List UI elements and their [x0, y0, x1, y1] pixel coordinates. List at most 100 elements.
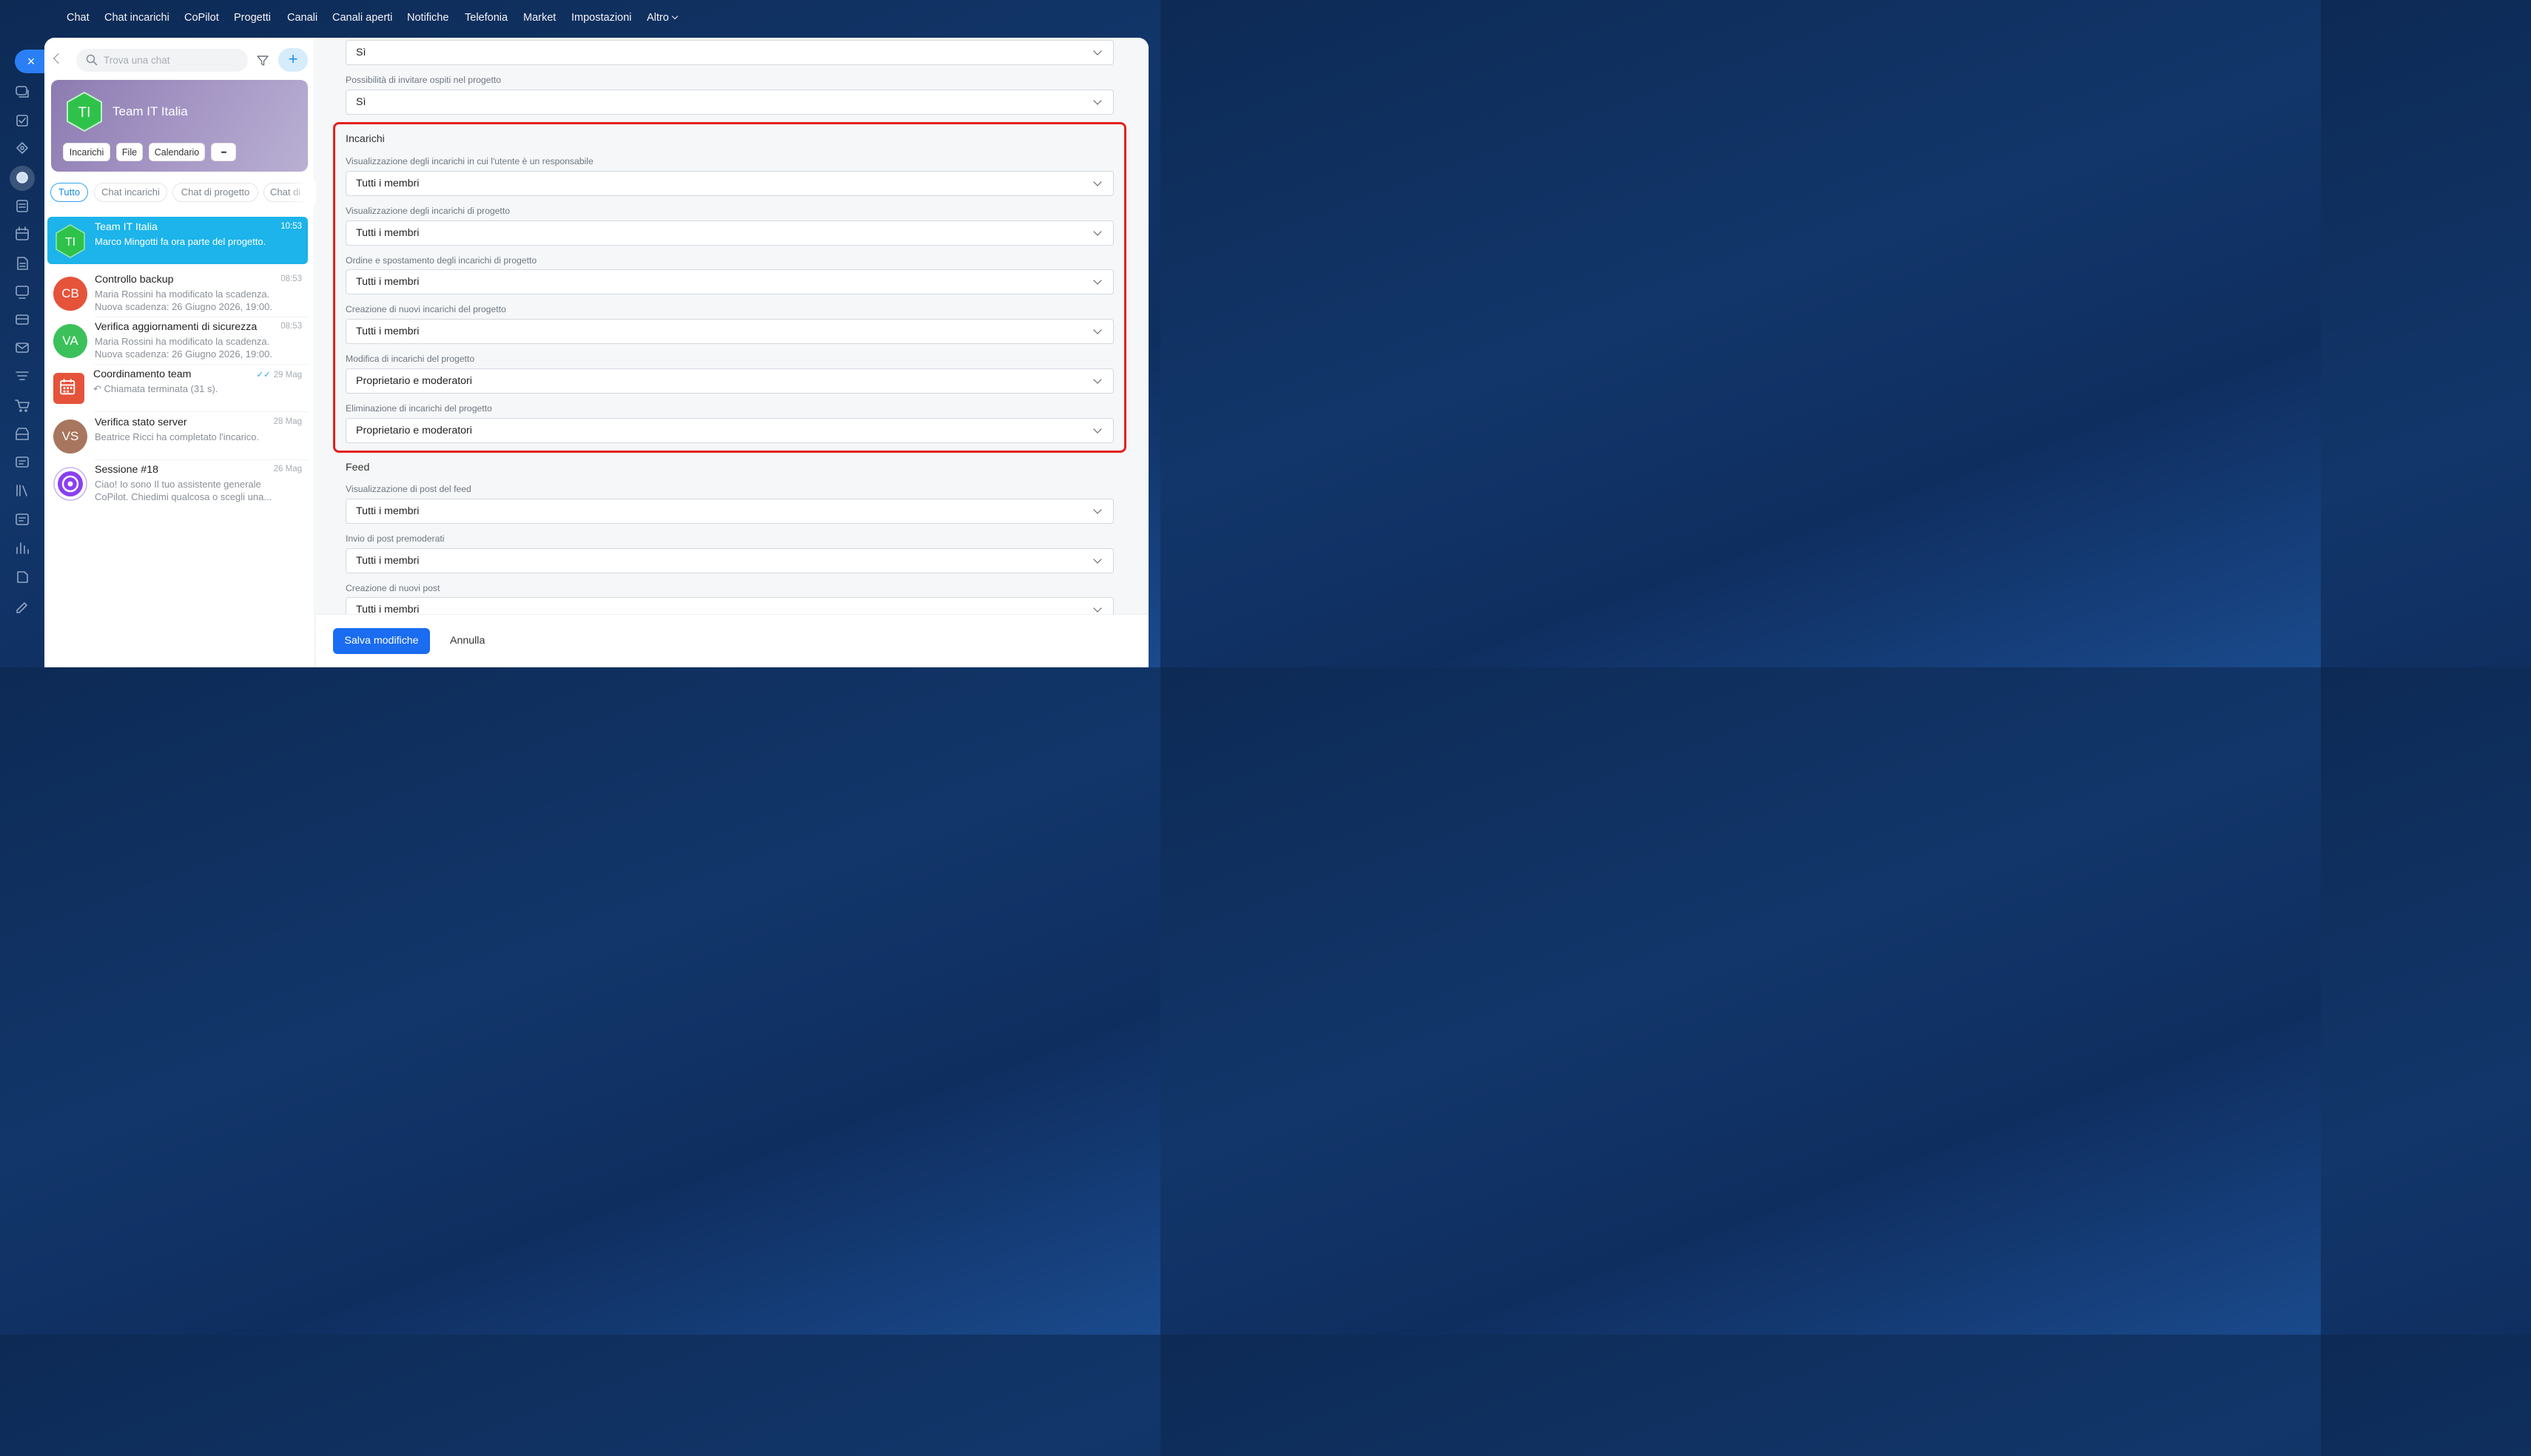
- svg-text:TI: TI: [65, 236, 75, 249]
- nav-more[interactable]: Altro: [647, 12, 679, 24]
- tasks-delete-select[interactable]: Proprietario e moderatori: [346, 418, 1114, 443]
- filter-icon[interactable]: [16, 371, 29, 380]
- chevron-down-icon: [671, 13, 679, 20]
- chat-item-coordinamento-team[interactable]: Coordinamento team ✓✓ 29 Mag ↶ Chiamata t…: [47, 364, 308, 411]
- form-icon[interactable]: [17, 571, 28, 583]
- chat-time: ✓✓ 29 Mag: [256, 371, 302, 380]
- chat-preview: Marco Mingotti fa ora parte del progetto…: [95, 236, 266, 247]
- select-value: Tutti i membri: [356, 555, 420, 567]
- team-more-button[interactable]: •••: [211, 143, 236, 161]
- chat-item-verifica-aggiornamenti[interactable]: VA Verifica aggiornamenti di sicurezza 0…: [47, 317, 308, 364]
- filter-task-chats[interactable]: Chat incarichi: [94, 183, 167, 202]
- chat-time: 10:53: [280, 222, 302, 231]
- chat-item-sessione-18[interactable]: Sessione #18 26 Mag Ciao! Io sono Il tuo…: [47, 459, 308, 507]
- projects-icon[interactable]: [16, 172, 28, 183]
- team-tasks-button[interactable]: Incarichi: [63, 143, 110, 161]
- nav-task-chats[interactable]: Chat incarichi: [104, 12, 169, 24]
- chat-title: Verifica aggiornamenti di sicurezza: [95, 321, 258, 333]
- tasks-edit-select[interactable]: Proprietario e moderatori: [346, 368, 1114, 394]
- analytics-icon[interactable]: [16, 542, 29, 554]
- team-avatar-initials: TI: [78, 105, 91, 121]
- tasks-view-responsible-select[interactable]: Tutti i membri: [346, 171, 1114, 196]
- team-calendar-button[interactable]: Calendario: [149, 143, 205, 161]
- chevron-down-icon: [1093, 276, 1102, 285]
- chat-item-controllo-backup[interactable]: CB Controllo backup 08:53 Maria Rossini …: [47, 269, 308, 317]
- feed-create-select[interactable]: Tutti i membri: [346, 597, 1114, 614]
- team-files-button[interactable]: File: [116, 143, 143, 161]
- field-label: Modifica di incarichi del progetto: [346, 354, 475, 364]
- select-value: Tutti i membri: [356, 227, 420, 239]
- chat-avatar: CB: [53, 277, 87, 311]
- filter-icon[interactable]: [256, 54, 269, 67]
- tasks-section-title: Incarichi: [346, 133, 385, 145]
- team-avatar: TI: [67, 91, 102, 132]
- copilot-icon[interactable]: [16, 142, 28, 154]
- crm-icon[interactable]: [16, 314, 29, 325]
- back-button[interactable]: [53, 53, 64, 64]
- chat-preview-line2: Nuova scadenza: 26 Giugno 2026, 19:00.: [95, 301, 272, 312]
- mail-icon[interactable]: [16, 343, 29, 353]
- documents-icon[interactable]: [17, 257, 28, 270]
- select-value: Sì: [356, 96, 366, 108]
- tasks-order-select[interactable]: Tutti i membri: [346, 269, 1114, 294]
- edit-icon[interactable]: [16, 602, 27, 613]
- tasks-view-project-select[interactable]: Tutti i membri: [346, 220, 1114, 246]
- chat-item-verifica-stato-server[interactable]: VS Verifica stato server 28 Mag Beatrice…: [47, 412, 308, 459]
- field-label: Visualizzazione degli incarichi in cui l…: [346, 156, 594, 166]
- guest-invite-select[interactable]: Sì: [346, 90, 1114, 115]
- filter-all[interactable]: Tutto: [50, 183, 88, 202]
- nav-channels[interactable]: Canali: [287, 12, 317, 24]
- field-label: Eliminazione di incarichi del progetto: [346, 403, 492, 414]
- cart-icon[interactable]: [15, 400, 30, 412]
- store-icon[interactable]: [16, 428, 29, 440]
- nav-open-channels[interactable]: Canali aperti: [332, 12, 392, 24]
- field-label: Invio di post premoderati: [346, 533, 445, 544]
- sites-icon[interactable]: [16, 456, 29, 468]
- library-icon[interactable]: [16, 485, 27, 496]
- double-check-icon: ✓✓: [256, 371, 271, 380]
- board-icon[interactable]: [16, 286, 29, 299]
- planner-icon[interactable]: [16, 513, 29, 525]
- chat-icon[interactable]: [16, 86, 29, 98]
- cancel-button[interactable]: Annulla: [450, 635, 485, 647]
- chat-title: Coordinamento team: [93, 368, 192, 380]
- feed-icon[interactable]: [16, 200, 28, 212]
- tasks-icon[interactable]: [16, 115, 28, 127]
- nav-projects[interactable]: Progetti: [234, 12, 271, 24]
- field-label: Creazione di nuovi post: [346, 583, 440, 593]
- chevron-down-icon: [1093, 425, 1102, 434]
- select-value: Tutti i membri: [356, 178, 420, 189]
- permission-select[interactable]: Sì: [346, 40, 1114, 65]
- feed-view-select[interactable]: Tutti i membri: [346, 499, 1114, 524]
- nav-copilot[interactable]: CoPilot: [184, 12, 219, 24]
- chat-avatar: TI: [56, 224, 85, 258]
- chevron-down-icon: [1093, 555, 1102, 564]
- save-button[interactable]: Salva modifiche: [333, 628, 430, 654]
- chevron-down-icon: [1093, 178, 1102, 186]
- nav-settings[interactable]: Impostazioni: [571, 12, 631, 24]
- chevron-down-icon: [1093, 47, 1102, 55]
- chat-item-team-it-italia[interactable]: TI Team IT Italia 10:53 Marco Mingotti f…: [47, 217, 308, 264]
- chat-preview: Maria Rossini ha modificato la scadenza.: [95, 336, 270, 347]
- chat-title: Verifica stato server: [95, 417, 187, 428]
- nav-chat[interactable]: Chat: [67, 12, 90, 24]
- filter-project-chats[interactable]: Chat di progetto: [172, 183, 258, 202]
- nav-notifications[interactable]: Notifiche: [407, 12, 448, 24]
- chat-title: Sessione #18: [95, 464, 158, 476]
- chat-preview-line2: CoPilot. Chiedimi qualcosa o scegli una.…: [95, 491, 272, 502]
- copilot-icon: [53, 467, 87, 501]
- team-name: Team IT Italia: [112, 104, 188, 118]
- calendar-icon[interactable]: [16, 226, 29, 240]
- chevron-down-icon: [1093, 227, 1102, 236]
- feed-premoderated-select[interactable]: Tutti i membri: [346, 548, 1114, 573]
- field-label: Possibilità di invitare ospiti nel proge…: [346, 75, 502, 85]
- search-input[interactable]: Trova una chat: [76, 49, 248, 72]
- tasks-create-select[interactable]: Tutti i membri: [346, 319, 1114, 344]
- chat-title: Team IT Italia: [95, 221, 158, 233]
- calendar-icon: [53, 373, 84, 404]
- chat-time: 28 Mag: [273, 417, 302, 426]
- chat-preview: Beatrice Ricci ha completato l'incarico.: [95, 431, 260, 442]
- nav-telephony[interactable]: Telefonia: [465, 12, 508, 24]
- new-chat-button[interactable]: +: [278, 48, 308, 72]
- nav-market[interactable]: Market: [523, 12, 556, 24]
